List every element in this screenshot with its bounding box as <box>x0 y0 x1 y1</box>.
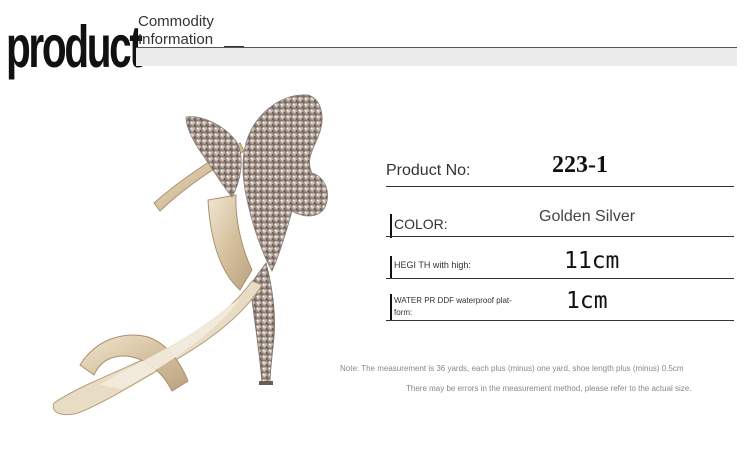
spec-product-no: Product No: 223-1 <box>386 148 734 190</box>
height-value: 11cm <box>564 248 620 274</box>
spec-color: COLOR: Golden Silver <box>386 204 734 240</box>
header-divider <box>136 47 737 48</box>
platform-value: 1cm <box>566 288 608 314</box>
header-title-line2: Information <box>138 31 214 48</box>
spec-heel-height: HEGI TH with high: 11cm <box>386 246 734 280</box>
height-marker <box>390 256 392 278</box>
header: Commodity Information <box>136 14 737 66</box>
product-no-divider <box>386 186 734 187</box>
spec-platform: WATER PR DDF waterproof plat- form: 1cm <box>386 288 734 322</box>
header-band <box>136 48 737 66</box>
platform-label-line1: WATER PR DDF waterproof plat- <box>394 296 512 305</box>
color-marker <box>390 214 392 238</box>
brand-logo: product <box>6 14 143 81</box>
product-no-label: Product No: <box>386 162 471 179</box>
measurement-disclaimer: There may be errors in the measurement m… <box>406 384 692 393</box>
platform-divider <box>386 320 734 321</box>
header-title-line1: Commodity <box>138 13 214 30</box>
color-divider <box>386 236 734 237</box>
product-no-value: 223-1 <box>552 152 608 178</box>
shoe-photo <box>40 85 340 430</box>
measurement-note: Note: The measurement is 36 yards, each … <box>340 364 684 373</box>
platform-label-line2: form: <box>394 308 413 317</box>
height-divider <box>386 278 734 279</box>
color-label: COLOR: <box>394 216 448 232</box>
color-value: Golden Silver <box>539 208 636 225</box>
height-label: HEGI TH with high: <box>394 260 471 270</box>
header-dash <box>224 46 244 47</box>
platform-marker <box>390 294 392 320</box>
